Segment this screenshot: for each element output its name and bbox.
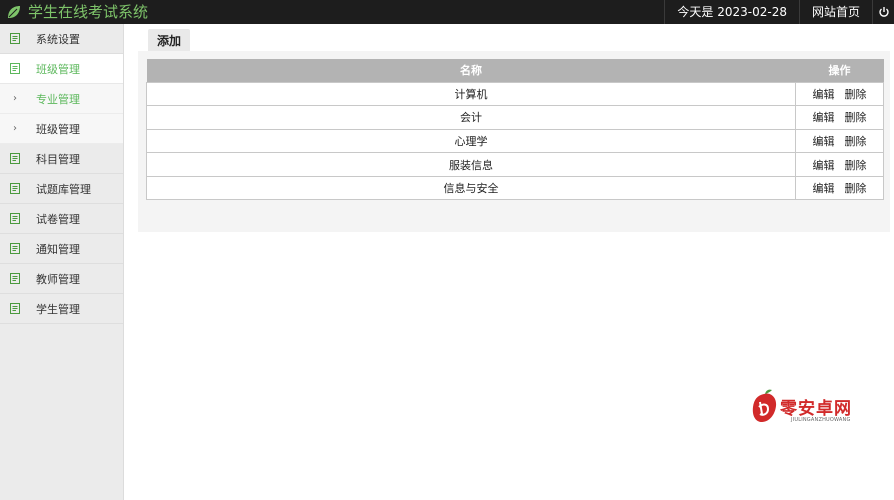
column-header-ops: 操作: [795, 59, 884, 82]
sidebar-item-question-bank[interactable]: 试题库管理: [0, 174, 123, 204]
sidebar-subitem-class-management[interactable]: › 班级管理: [0, 114, 123, 144]
cell-ops: 编辑 删除: [795, 175, 884, 201]
delete-link[interactable]: 删除: [845, 159, 867, 172]
sidebar-item-label: 试题库管理: [36, 182, 91, 196]
logout-button[interactable]: [872, 0, 894, 24]
sidebar-item-system-settings[interactable]: 系统设置: [0, 24, 123, 54]
table-row: 心理学 编辑 删除: [146, 128, 884, 154]
top-bar: 学生在线考试系统 今天是 2023-02-28 网站首页: [0, 0, 894, 24]
delete-link[interactable]: 删除: [845, 135, 867, 148]
column-header-name: 名称: [146, 59, 796, 82]
chevron-right-icon: ›: [13, 93, 17, 104]
sidebar-item-label: 系统设置: [36, 32, 80, 46]
sidebar-item-label: 教师管理: [36, 272, 80, 286]
watermark-text: 零安卓网: [780, 399, 852, 419]
sidebar-item-label: 学生管理: [36, 302, 80, 316]
delete-link[interactable]: 删除: [845, 111, 867, 124]
sidebar: 系统设置 班级管理 › 专业管理 › 班级管理 科目管理 试题库管理 试卷管理 …: [0, 24, 124, 500]
document-icon: [10, 213, 20, 224]
chevron-right-icon: ›: [13, 123, 17, 134]
sidebar-item-class-management[interactable]: 班级管理: [0, 54, 123, 84]
table-row: 信息与安全 编辑 删除: [146, 175, 884, 201]
table-header-row: 名称 操作: [146, 59, 884, 82]
major-table: 名称 操作 计算机 编辑 删除 会计 编辑 删除 心理学 编辑 删除 服装信息 …: [146, 59, 884, 201]
cell-name: 服装信息: [146, 152, 796, 177]
delete-link[interactable]: 删除: [845, 88, 867, 101]
sidebar-item-label: 班级管理: [36, 62, 80, 76]
watermark-badge-icon: [752, 389, 777, 422]
table-row: 会计 编辑 删除: [146, 105, 884, 130]
top-right-controls: 今天是 2023-02-28 网站首页: [664, 0, 894, 24]
leaf-logo-icon: [8, 6, 20, 18]
app-title: 学生在线考试系统: [28, 3, 149, 21]
brand: 学生在线考试系统: [6, 0, 148, 24]
cell-name: 会计: [146, 105, 796, 130]
cell-name: 心理学: [146, 128, 796, 154]
sidebar-item-label: 通知管理: [36, 242, 80, 256]
watermark-subtext: JIULINGANZHUOWANG: [791, 417, 851, 423]
edit-link[interactable]: 编辑: [813, 135, 835, 148]
sidebar-item-label: 班级管理: [36, 122, 80, 136]
document-icon: [10, 33, 20, 44]
sidebar-item-teacher-management[interactable]: 教师管理: [0, 264, 123, 294]
cell-ops: 编辑 删除: [795, 81, 884, 107]
sidebar-item-label: 试卷管理: [36, 212, 80, 226]
document-icon: [10, 153, 20, 164]
watermark-logo: 零安卓网 JIULINGANZHUOWANG: [750, 388, 860, 428]
date-display: 今天是 2023-02-28: [664, 0, 799, 24]
document-icon: [10, 243, 20, 254]
sidebar-item-subject-management[interactable]: 科目管理: [0, 144, 123, 174]
cell-ops: 编辑 删除: [795, 128, 884, 154]
table-row: 计算机 编辑 删除: [146, 81, 884, 107]
edit-link[interactable]: 编辑: [813, 88, 835, 101]
sidebar-item-paper-management[interactable]: 试卷管理: [0, 204, 123, 234]
document-icon: [10, 183, 20, 194]
sidebar-item-student-management[interactable]: 学生管理: [0, 294, 123, 324]
edit-link[interactable]: 编辑: [813, 159, 835, 172]
home-link[interactable]: 网站首页: [798, 0, 872, 24]
cell-ops: 编辑 删除: [795, 105, 884, 130]
power-icon: [878, 7, 889, 17]
sidebar-item-label: 专业管理: [36, 92, 80, 106]
cell-name: 信息与安全: [146, 175, 796, 201]
document-icon: [10, 63, 20, 74]
sidebar-item-label: 科目管理: [36, 152, 80, 166]
content-panel: 名称 操作 计算机 编辑 删除 会计 编辑 删除 心理学 编辑 删除 服装信息 …: [138, 51, 890, 232]
delete-link[interactable]: 删除: [845, 182, 867, 195]
add-button[interactable]: 添加: [148, 29, 190, 51]
document-icon: [10, 273, 20, 284]
cell-ops: 编辑 删除: [795, 152, 884, 177]
sidebar-subitem-major-management[interactable]: › 专业管理: [0, 84, 123, 114]
edit-link[interactable]: 编辑: [813, 182, 835, 195]
table-row: 服装信息 编辑 删除: [146, 152, 884, 177]
document-icon: [10, 303, 20, 314]
sidebar-item-notice-management[interactable]: 通知管理: [0, 234, 123, 264]
main-content: 添加 名称 操作 计算机 编辑 删除 会计 编辑 删除 心理学 编辑 删除 服装…: [124, 24, 894, 500]
edit-link[interactable]: 编辑: [813, 111, 835, 124]
cell-name: 计算机: [146, 81, 796, 107]
